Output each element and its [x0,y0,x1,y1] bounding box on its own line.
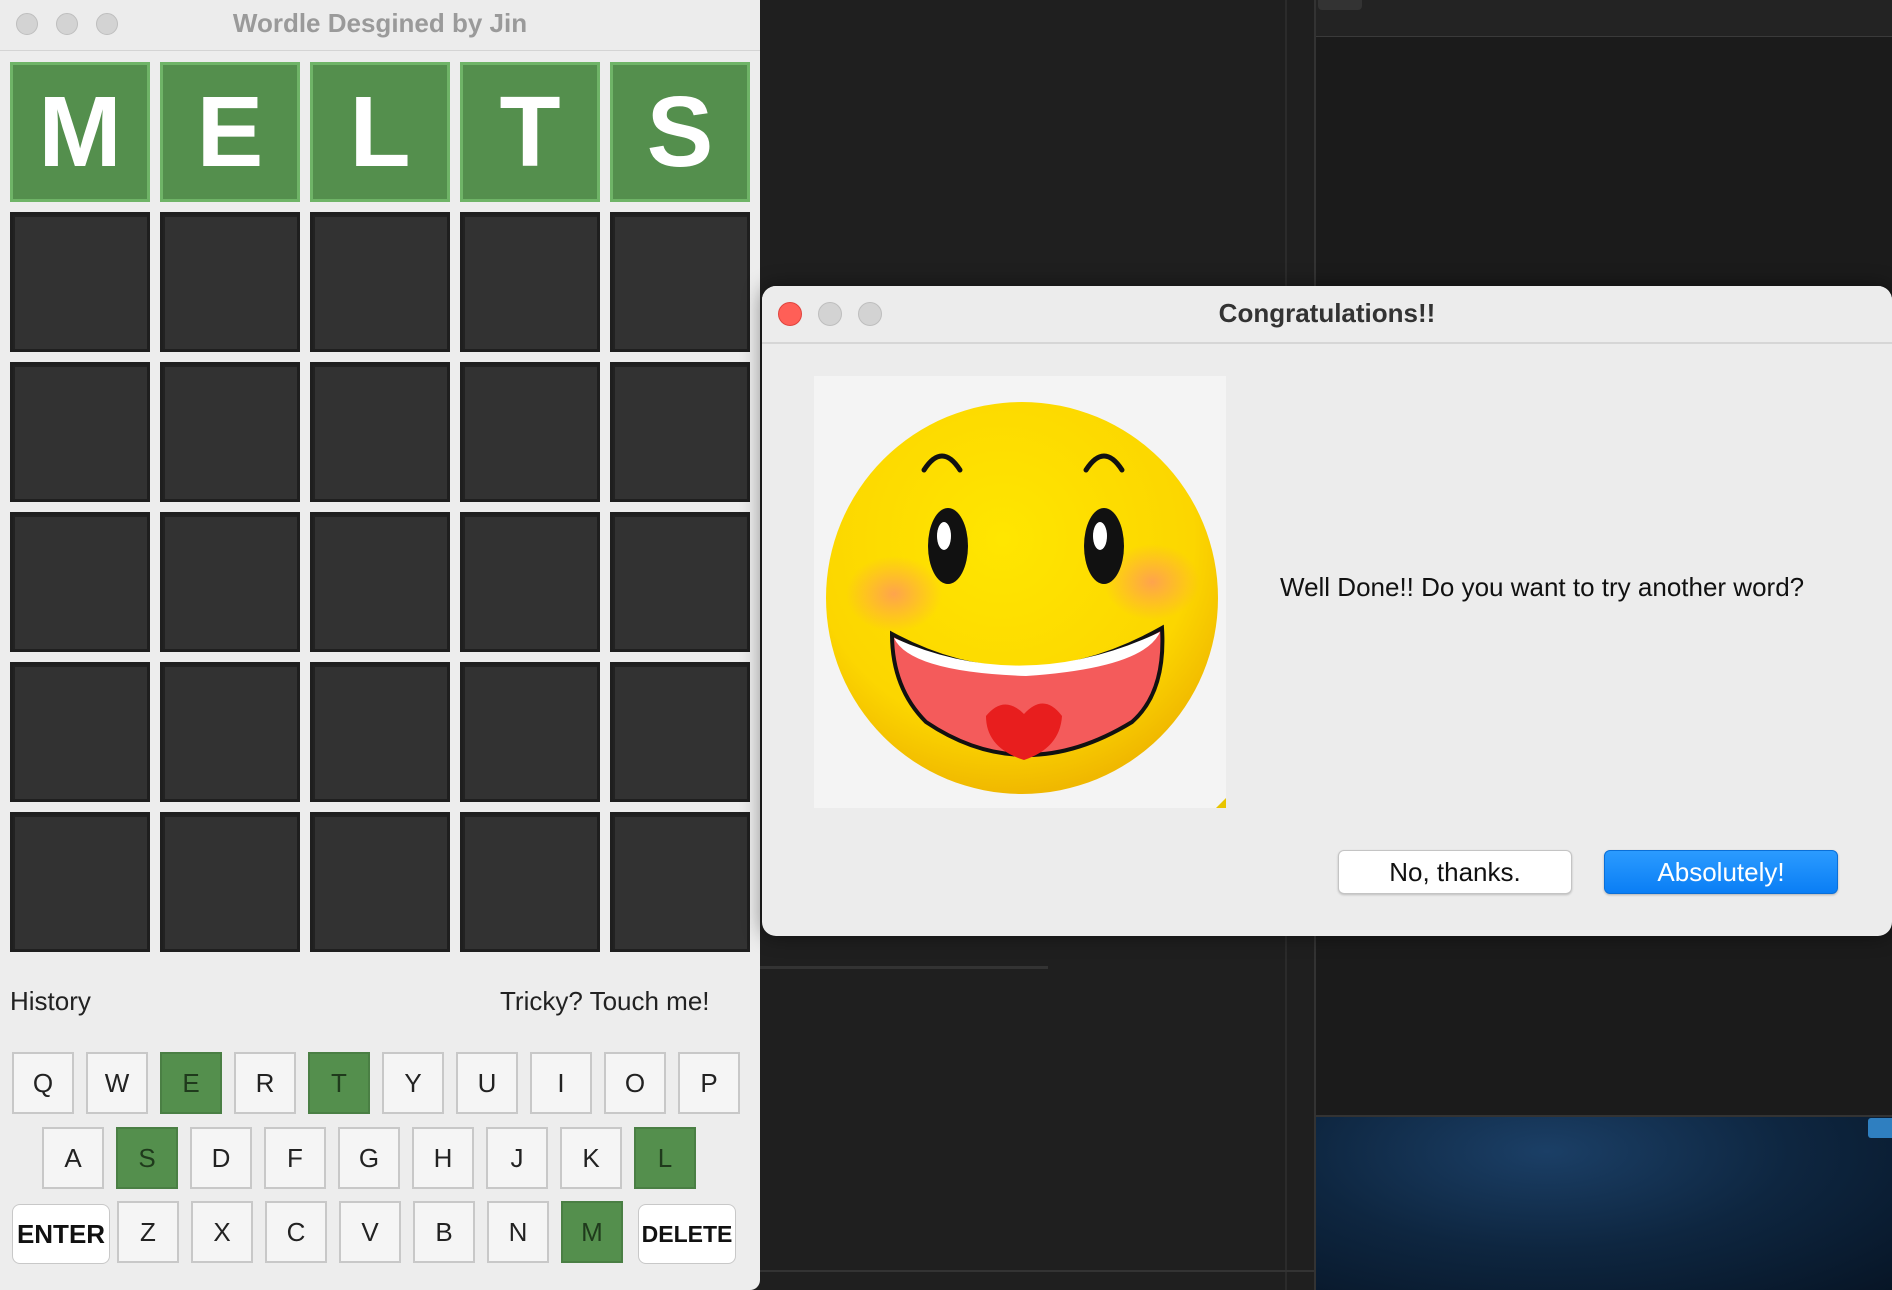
key-e[interactable]: E [160,1052,222,1114]
background-divider [760,1270,1315,1272]
key-i[interactable]: I [530,1052,592,1114]
enter-key[interactable]: ENTER [12,1204,110,1264]
key-g[interactable]: G [338,1127,400,1189]
tile-row5-col3 [310,662,450,802]
key-v[interactable]: V [339,1201,401,1263]
tile-row6-col3 [310,812,450,952]
dialog-message: Well Done!! Do you want to try another w… [1280,572,1805,602]
tile-row1-col3: L [310,62,450,202]
tile-row5-col5 [610,662,750,802]
dialog-titlebar[interactable]: Congratulations!! [762,286,1892,344]
tile-row1-col1: M [10,62,150,202]
key-q[interactable]: Q [12,1052,74,1114]
key-c[interactable]: C [265,1201,327,1263]
tile-row6-col4 [460,812,600,952]
congratulations-dialog: Congratulations!! Well Done!! Do you wan… [762,286,1892,936]
key-l[interactable]: L [634,1127,696,1189]
tile-row1-col2: E [160,62,300,202]
background-toolbar [1316,0,1892,37]
tile-row3-col5 [610,362,750,502]
key-k[interactable]: K [560,1127,622,1189]
key-n[interactable]: N [487,1201,549,1263]
tile-row5-col4 [460,662,600,802]
key-r[interactable]: R [234,1052,296,1114]
tile-row2-col4 [460,212,600,352]
tile-row4-col1 [10,512,150,652]
tile-row3-col3 [310,362,450,502]
tile-row4-col3 [310,512,450,652]
key-t[interactable]: T [308,1052,370,1114]
dialog-title: Congratulations!! [1218,298,1436,328]
key-y[interactable]: Y [382,1052,444,1114]
key-x[interactable]: X [191,1201,253,1263]
decline-button[interactable]: No, thanks. [1338,850,1572,894]
accept-button[interactable]: Absolutely! [1604,850,1838,894]
tile-row6-col1 [10,812,150,952]
key-o[interactable]: O [604,1052,666,1114]
tile-row3-col1 [10,362,150,502]
tile-row2-col2 [160,212,300,352]
key-u[interactable]: U [456,1052,518,1114]
hint-link[interactable]: Tricky? Touch me! [500,986,710,1017]
key-b[interactable]: B [413,1201,475,1263]
key-w[interactable]: W [86,1052,148,1114]
tile-row5-col2 [160,662,300,802]
window-title: Wordle Desgined by Jin [232,8,528,38]
tile-row1-col4: T [460,62,600,202]
tile-row5-col1 [10,662,150,802]
tile-row3-col4 [460,362,600,502]
key-j[interactable]: J [486,1127,548,1189]
history-link[interactable]: History [10,986,91,1017]
delete-key[interactable]: DELETE [638,1204,736,1264]
tile-row2-col1 [10,212,150,352]
key-d[interactable]: D [190,1127,252,1189]
window-titlebar[interactable]: Wordle Desgined by Jin [0,0,760,51]
background-tab [1868,1118,1892,1138]
tile-row2-col3 [310,212,450,352]
key-f[interactable]: F [264,1127,326,1189]
key-s[interactable]: S [116,1127,178,1189]
tile-row4-col2 [160,512,300,652]
key-p[interactable]: P [678,1052,740,1114]
tile-row4-col5 [610,512,750,652]
tile-row6-col2 [160,812,300,952]
tile-row2-col5 [610,212,750,352]
background-divider [760,966,1048,969]
key-z[interactable]: Z [117,1201,179,1263]
key-h[interactable]: H [412,1127,474,1189]
wordle-window: Wordle Desgined by Jin MELTS History Tri… [0,0,760,1290]
tile-row3-col2 [160,362,300,502]
tile-row6-col5 [610,812,750,952]
tile-row4-col4 [460,512,600,652]
key-m[interactable]: M [561,1201,623,1263]
tile-row1-col5: S [610,62,750,202]
smiley-face-icon [814,376,1226,808]
background-tab [1318,0,1362,10]
desktop-wallpaper [1316,1117,1892,1290]
key-a[interactable]: A [42,1127,104,1189]
